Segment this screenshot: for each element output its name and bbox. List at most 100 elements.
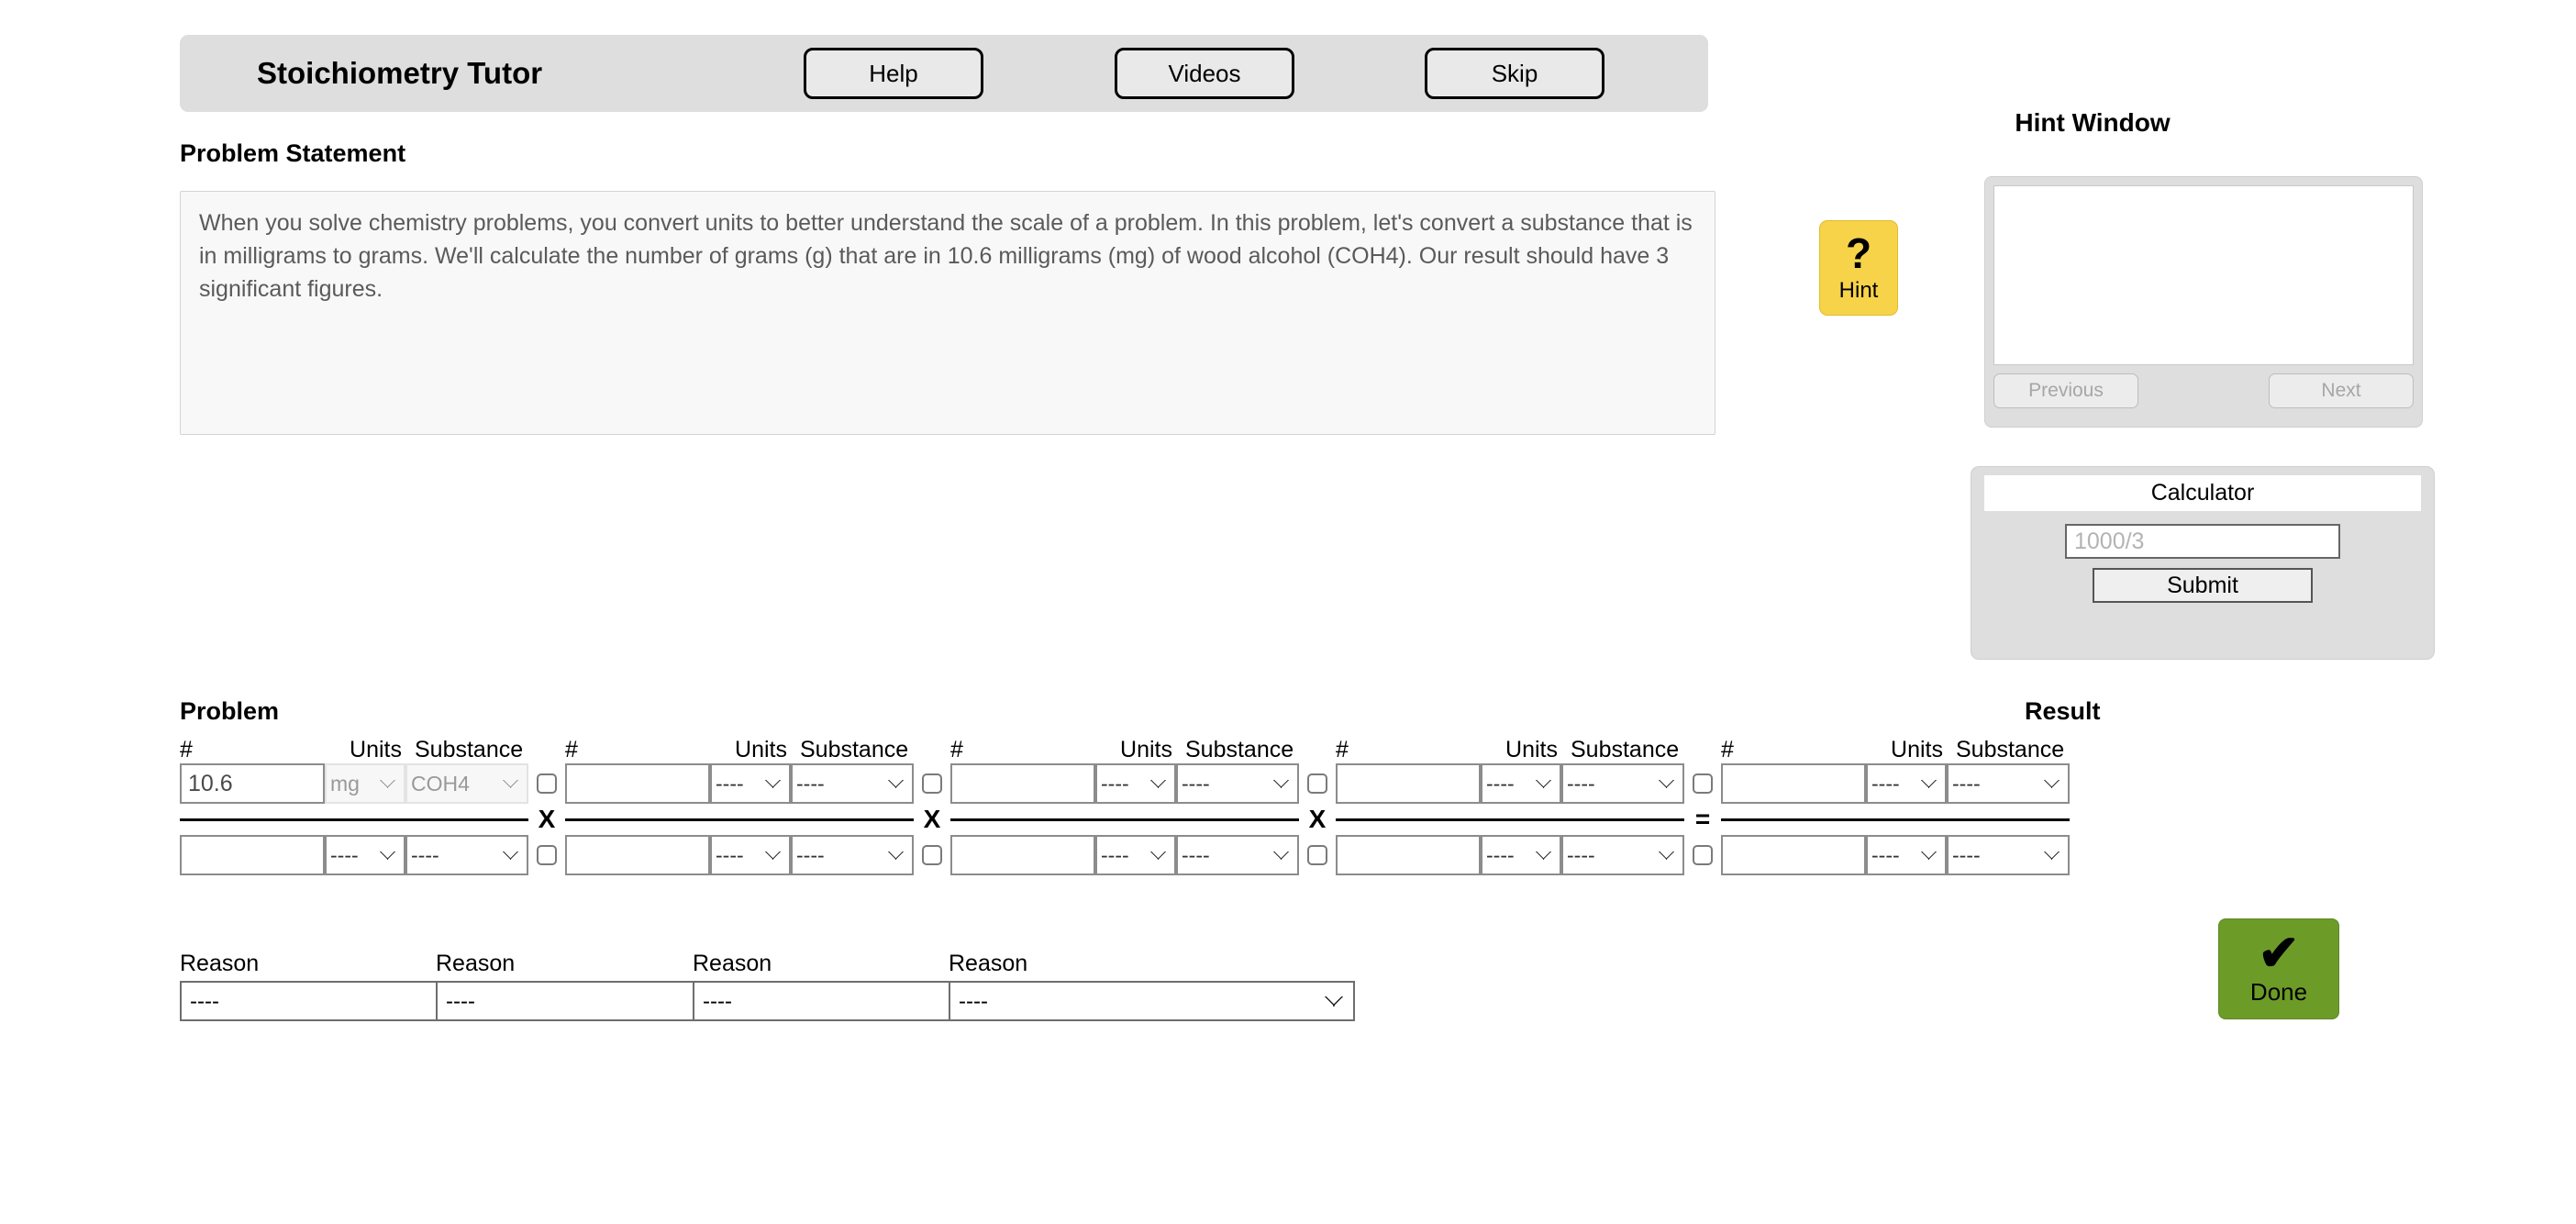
reason-block-4: Reason ---- bbox=[949, 951, 1355, 1021]
given-numerator-units-select: ----mggkgmol bbox=[325, 763, 405, 804]
given-denominator-cells: ----mggkgmol----COH4 bbox=[180, 835, 528, 875]
factor-1-numerator-units-select[interactable]: ----mggkgmol bbox=[710, 763, 791, 804]
problem-statement-text: When you solve chemistry problems, you c… bbox=[180, 191, 1715, 435]
header-substance-factor-3: Substance bbox=[1571, 737, 1680, 762]
factor-3-numerator-number-input[interactable] bbox=[1336, 763, 1481, 804]
factor-1-denominator-number-input[interactable] bbox=[565, 835, 710, 875]
column-headers-factor-3: # Units Substance bbox=[1336, 732, 1684, 763]
calculator-submit-button[interactable]: Submit bbox=[2093, 568, 2313, 603]
given-denominator-substance-select[interactable]: ----COH4 bbox=[405, 835, 528, 875]
fraction-bar-factor-1 bbox=[565, 818, 914, 821]
hint-previous-button[interactable]: Previous bbox=[1993, 373, 2138, 408]
header-units-factor-2: Units bbox=[1120, 737, 1172, 762]
column-headers-result: # Units Substance bbox=[1721, 732, 2070, 763]
given-denominator-units-select[interactable]: ----mggkgmol bbox=[325, 835, 405, 875]
hint-navigation: Previous Next bbox=[1993, 373, 2414, 408]
result-numerator-cells: ----mggkgmol----COH4 bbox=[1721, 763, 2070, 804]
fraction-bar-factor-2 bbox=[950, 818, 1299, 821]
header-substance-given: Substance bbox=[415, 737, 524, 762]
fraction-factor-2: ----mggkgmol----COH4----mggkgmol----COH4 bbox=[950, 763, 1299, 875]
factor-3-numerator-substance-select[interactable]: ----COH4 bbox=[1561, 763, 1684, 804]
given-numerator-cells: ----mggkgmol----COH4 bbox=[180, 763, 528, 804]
factor-3-denominator-units-select[interactable]: ----mggkgmol bbox=[1481, 835, 1561, 875]
cancel-checkbox-factor-1-numerator[interactable] bbox=[922, 773, 942, 794]
calculator-input[interactable] bbox=[2065, 524, 2340, 559]
check-mark-icon: ✔ bbox=[2258, 926, 2300, 982]
fraction-bar-result bbox=[1721, 818, 2070, 821]
header-num-result: # bbox=[1721, 737, 1734, 762]
header-units-given: Units bbox=[350, 737, 402, 762]
result-denominator-substance-select[interactable]: ----COH4 bbox=[1947, 835, 2070, 875]
factor-2-numerator-number-input[interactable] bbox=[950, 763, 1095, 804]
skip-button[interactable]: Skip bbox=[1425, 48, 1604, 99]
factor-3-numerator-units-select[interactable]: ----mggkgmol bbox=[1481, 763, 1561, 804]
videos-button[interactable]: Videos bbox=[1115, 48, 1294, 99]
header-num-factor-1: # bbox=[565, 737, 578, 762]
column-headers-factor-2: # Units Substance bbox=[950, 732, 1299, 763]
cancel-checkbox-factor-2-denominator[interactable] bbox=[1307, 845, 1327, 865]
fraction-factor-1: ----mggkgmol----COH4----mggkgmol----COH4 bbox=[565, 763, 914, 875]
fraction-bar-given bbox=[180, 818, 528, 821]
conversion-group-result: #UnitsSubstance----mggkgmol----COH4----m… bbox=[1721, 732, 2070, 875]
factor-2-numerator-units-select[interactable]: ----mggkgmol bbox=[1095, 763, 1176, 804]
app-header-bar: Stoichiometry Tutor Help Videos Skip bbox=[180, 35, 1708, 112]
factor-3-numerator-cells: ----mggkgmol----COH4 bbox=[1336, 763, 1684, 804]
equals-operator-factor-3: = bbox=[1694, 805, 1711, 833]
header-num-given: # bbox=[180, 737, 193, 762]
fraction-factor-3: ----mggkgmol----COH4----mggkgmol----COH4 bbox=[1336, 763, 1684, 875]
result-numerator-number-input[interactable] bbox=[1721, 763, 1866, 804]
conversion-group-factor-1: #UnitsSubstance----mggkgmol----COH4----m… bbox=[565, 732, 914, 875]
result-numerator-substance-select[interactable]: ----COH4 bbox=[1947, 763, 2070, 804]
header-substance-factor-1: Substance bbox=[800, 737, 909, 762]
factor-2-numerator-substance-select[interactable]: ----COH4 bbox=[1176, 763, 1299, 804]
factor-1-denominator-units-select[interactable]: ----mggkgmol bbox=[710, 835, 791, 875]
cancel-checkbox-given-numerator[interactable] bbox=[537, 773, 557, 794]
hint-next-button[interactable]: Next bbox=[2269, 373, 2414, 408]
factor-2-denominator-number-input[interactable] bbox=[950, 835, 1095, 875]
header-num-factor-2: # bbox=[950, 737, 963, 762]
factor-1-denominator-cells: ----mggkgmol----COH4 bbox=[565, 835, 914, 875]
given-denominator-number-input[interactable] bbox=[180, 835, 325, 875]
help-button[interactable]: Help bbox=[804, 48, 983, 99]
joiner-after-factor-2: X bbox=[1299, 732, 1336, 875]
factor-1-numerator-cells: ----mggkgmol----COH4 bbox=[565, 763, 914, 804]
factor-2-denominator-units-select[interactable]: ----mggkgmol bbox=[1095, 835, 1176, 875]
conversion-group-factor-2: #UnitsSubstance----mggkgmol----COH4----m… bbox=[950, 732, 1299, 875]
reason-select-4[interactable]: ---- bbox=[949, 981, 1355, 1021]
result-numerator-units-select[interactable]: ----mggkgmol bbox=[1866, 763, 1947, 804]
cancel-checkbox-factor-2-numerator[interactable] bbox=[1307, 773, 1327, 794]
factor-2-denominator-cells: ----mggkgmol----COH4 bbox=[950, 835, 1299, 875]
question-mark-icon: ? bbox=[1845, 229, 1872, 277]
hint-button[interactable]: ? Hint bbox=[1819, 220, 1898, 316]
conversion-group-given: #UnitsSubstance----mggkgmol----COH4----m… bbox=[180, 732, 528, 875]
factor-3-denominator-substance-select[interactable]: ----COH4 bbox=[1561, 835, 1684, 875]
fraction-bar-factor-3 bbox=[1336, 818, 1684, 821]
result-denominator-units-select[interactable]: ----mggkgmol bbox=[1866, 835, 1947, 875]
joiner-after-factor-3: = bbox=[1684, 732, 1721, 875]
header-units-factor-3: Units bbox=[1505, 737, 1558, 762]
factor-3-denominator-number-input[interactable] bbox=[1336, 835, 1481, 875]
factor-1-numerator-substance-select[interactable]: ----COH4 bbox=[791, 763, 914, 804]
header-substance-factor-2: Substance bbox=[1185, 737, 1294, 762]
column-headers-given: # Units Substance bbox=[180, 732, 528, 763]
result-denominator-number-input[interactable] bbox=[1721, 835, 1866, 875]
factor-3-denominator-cells: ----mggkgmol----COH4 bbox=[1336, 835, 1684, 875]
done-button[interactable]: ✔ Done bbox=[2218, 918, 2339, 1019]
multiply-operator-factor-1: X bbox=[923, 805, 941, 833]
hint-text-area bbox=[1993, 185, 2414, 365]
factor-1-numerator-number-input[interactable] bbox=[565, 763, 710, 804]
factor-2-denominator-substance-select[interactable]: ----COH4 bbox=[1176, 835, 1299, 875]
hint-button-label: Hint bbox=[1838, 278, 1879, 303]
result-section-label: Result bbox=[2025, 697, 2101, 725]
column-headers-factor-1: # Units Substance bbox=[565, 732, 914, 763]
cancel-checkbox-factor-1-denominator[interactable] bbox=[922, 845, 942, 865]
fraction-given: ----mggkgmol----COH4----mggkgmol----COH4 bbox=[180, 763, 528, 875]
given-numerator-substance-select: ----COH4 bbox=[405, 763, 528, 804]
given-numerator-number-input bbox=[180, 763, 325, 804]
cancel-checkbox-factor-3-denominator[interactable] bbox=[1693, 845, 1713, 865]
done-button-label: Done bbox=[2249, 977, 2308, 1006]
cancel-checkbox-given-denominator[interactable] bbox=[537, 845, 557, 865]
multiply-operator-factor-2: X bbox=[1308, 805, 1327, 833]
cancel-checkbox-factor-3-numerator[interactable] bbox=[1693, 773, 1713, 794]
factor-1-denominator-substance-select[interactable]: ----COH4 bbox=[791, 835, 914, 875]
